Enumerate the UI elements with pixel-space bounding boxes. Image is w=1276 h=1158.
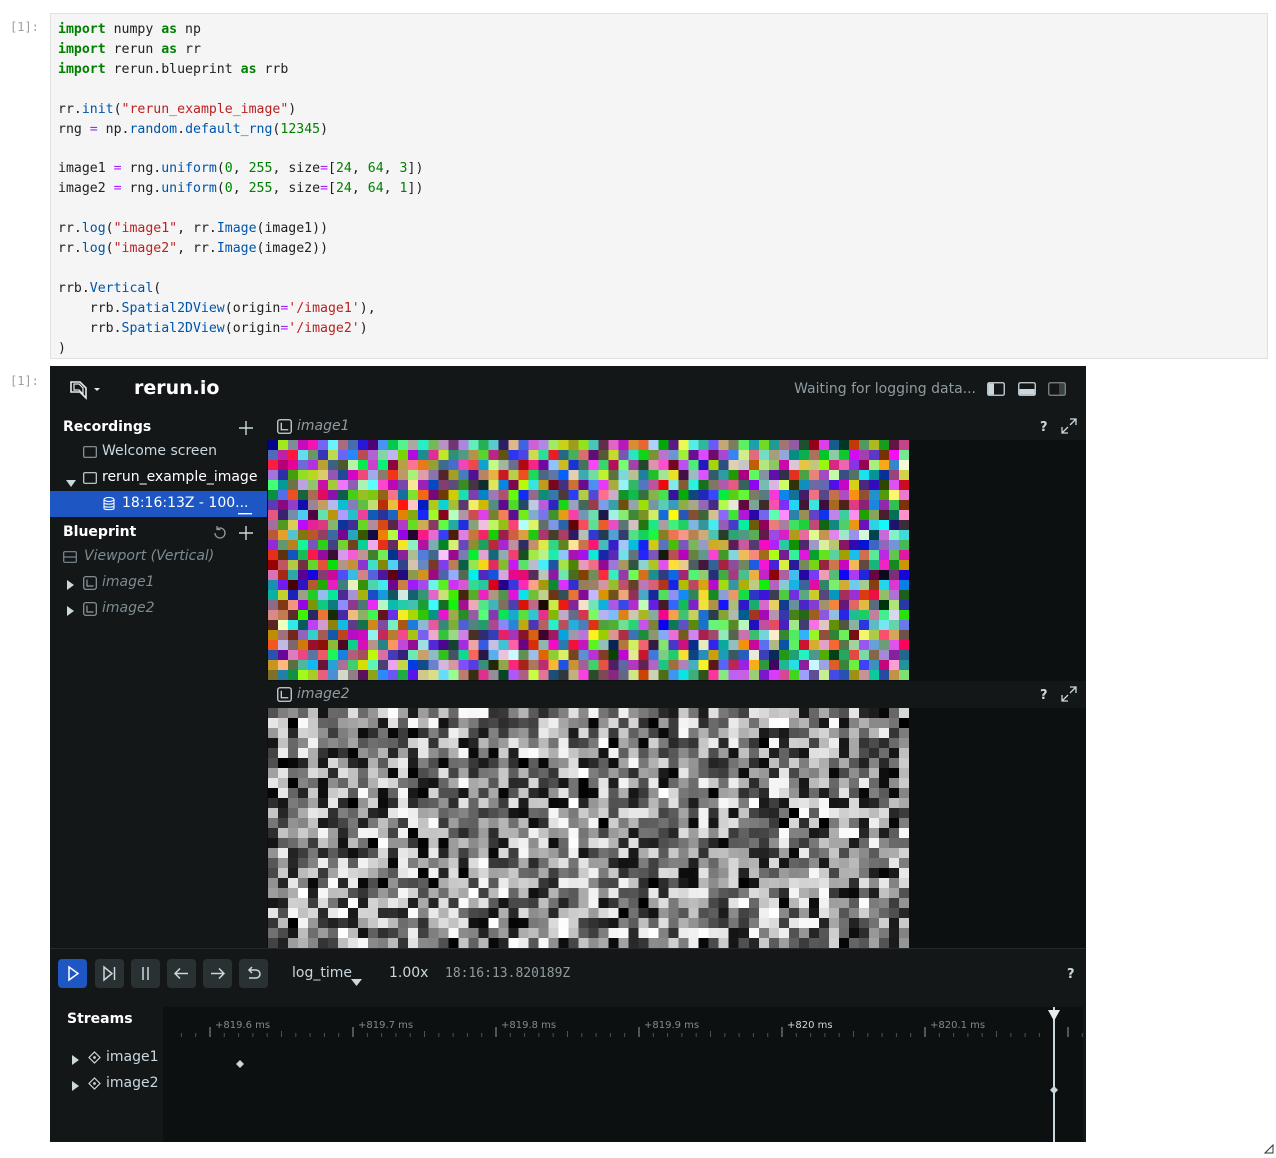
view-tab-image2[interactable]: image2 ? — [267, 681, 1086, 708]
stream-item[interactable]: image1 — [50, 1048, 162, 1070]
blueprint-view-item[interactable]: image1 — [50, 570, 267, 596]
status-text: Waiting for logging data... — [794, 381, 976, 397]
toggle-right-panel-icon[interactable] — [1048, 381, 1066, 396]
chevron-right-icon[interactable] — [72, 1053, 79, 1069]
event-marker-icon[interactable] — [1050, 1079, 1058, 1098]
follow-button[interactable] — [95, 959, 124, 988]
toggle-left-panel-icon[interactable] — [987, 381, 1005, 396]
time-panel: log_time 1.00x 18:16:13.820189Z ? Stream… — [50, 948, 1086, 1142]
spatial-2d-view-icon — [277, 419, 292, 438]
toggle-bottom-panel-icon[interactable] — [1018, 381, 1036, 396]
image2-canvas[interactable] — [268, 708, 909, 948]
current-time[interactable]: 18:16:13.820189Z — [445, 966, 570, 981]
event-marker-icon[interactable] — [236, 1053, 244, 1072]
blueprint-header: Blueprint — [63, 524, 137, 540]
spatial-2d-view-icon — [83, 576, 97, 594]
code-cell[interactable]: import numpy as np import rerun as rr im… — [50, 13, 1268, 359]
entity-icon — [88, 1077, 101, 1094]
recordings-header: Recordings — [63, 419, 152, 435]
view-title: image1 — [297, 418, 350, 434]
time-panel-help-icon[interactable]: ? — [1067, 967, 1075, 982]
tick-label: +820 ms — [787, 1020, 833, 1031]
left-panel: Recordings Welcome screen rerun_example_… — [50, 413, 267, 948]
close-recording-icon[interactable] — [238, 503, 252, 519]
view-title: image2 — [297, 686, 350, 702]
welcome-screen-label: Welcome screen — [102, 443, 218, 459]
stream-item[interactable]: image2 — [50, 1074, 162, 1096]
chevron-down-icon[interactable] — [66, 475, 76, 491]
chevron-right-icon[interactable] — [72, 1079, 79, 1095]
view-help-icon[interactable]: ? — [1040, 688, 1048, 703]
database-icon — [103, 496, 115, 515]
streams-header: Streams — [67, 1011, 133, 1027]
recording-label: 18:16:13Z - 100... — [122, 495, 249, 511]
add-recording-icon[interactable] — [238, 420, 254, 440]
stream-label: image2 — [106, 1075, 159, 1091]
app-icon — [83, 472, 97, 488]
welcome-screen-item[interactable]: Welcome screen — [50, 439, 267, 465]
step-forward-button[interactable] — [203, 959, 232, 988]
time-cursor-handle-icon[interactable] — [1048, 1007, 1060, 1026]
play-button[interactable] — [58, 959, 87, 988]
rerun-viewer: rerun.io Waiting for logging data... Rec… — [50, 366, 1086, 1142]
spatial-2d-view-icon — [83, 602, 97, 620]
viewport-icon — [83, 446, 97, 462]
tick-label: +819.8 ms — [501, 1020, 557, 1031]
blueprint-view-label: image1 — [102, 574, 155, 590]
spatial-2d-view-icon — [277, 687, 292, 706]
maximize-icon[interactable] — [1061, 686, 1077, 706]
viewport-label: Viewport (Vertical) — [84, 548, 215, 564]
timeline-selector[interactable]: log_time — [292, 965, 352, 981]
step-back-button[interactable] — [167, 959, 196, 988]
chevron-right-icon[interactable] — [67, 604, 74, 620]
pause-button[interactable] — [131, 959, 160, 988]
maximize-icon[interactable] — [1061, 418, 1077, 438]
blueprint-view-label: image2 — [102, 600, 155, 616]
tick-label: +819.7 ms — [358, 1020, 414, 1031]
playback-speed[interactable]: 1.00x — [389, 965, 428, 981]
rerun-logo-menu-icon[interactable] — [68, 378, 104, 404]
app-label: rerun_example_image — [102, 469, 258, 485]
code-editor[interactable]: import numpy as np import rerun as rr im… — [58, 20, 423, 358]
brand-name: rerun.io — [134, 377, 220, 399]
tick-label: +819.6 ms — [215, 1020, 271, 1031]
app-item[interactable]: rerun_example_image — [50, 465, 267, 491]
stream-label: image1 — [106, 1049, 159, 1065]
time-cursor[interactable] — [1053, 1007, 1055, 1142]
blueprint-view-item[interactable]: image2 — [50, 596, 267, 622]
resize-grip-icon[interactable] — [1263, 1139, 1274, 1158]
loop-button[interactable] — [239, 959, 268, 988]
output-prompt: [1]: — [10, 374, 39, 388]
viewport-item[interactable]: Viewport (Vertical) — [50, 544, 267, 570]
top-bar: rerun.io Waiting for logging data... — [50, 366, 1086, 413]
image1-canvas[interactable] — [268, 440, 909, 680]
timeline-area[interactable]: +819.6 ms +819.7 ms +819.8 ms +819.9 ms … — [163, 1007, 1083, 1142]
vertical-container-icon — [63, 551, 77, 567]
reset-blueprint-icon[interactable] — [212, 525, 228, 545]
view-tab-image1[interactable]: image1 ? — [267, 413, 1086, 440]
add-view-icon[interactable] — [238, 525, 254, 545]
chevron-right-icon[interactable] — [67, 578, 74, 594]
tick-label: +820.1 ms — [930, 1020, 986, 1031]
recording-item[interactable]: 18:16:13Z - 100... — [50, 491, 267, 517]
chevron-down-icon[interactable] — [351, 971, 362, 990]
tick-label: +819.9 ms — [644, 1020, 700, 1031]
entity-icon — [88, 1051, 101, 1068]
view-help-icon[interactable]: ? — [1040, 420, 1048, 435]
input-prompt: [1]: — [10, 20, 39, 34]
